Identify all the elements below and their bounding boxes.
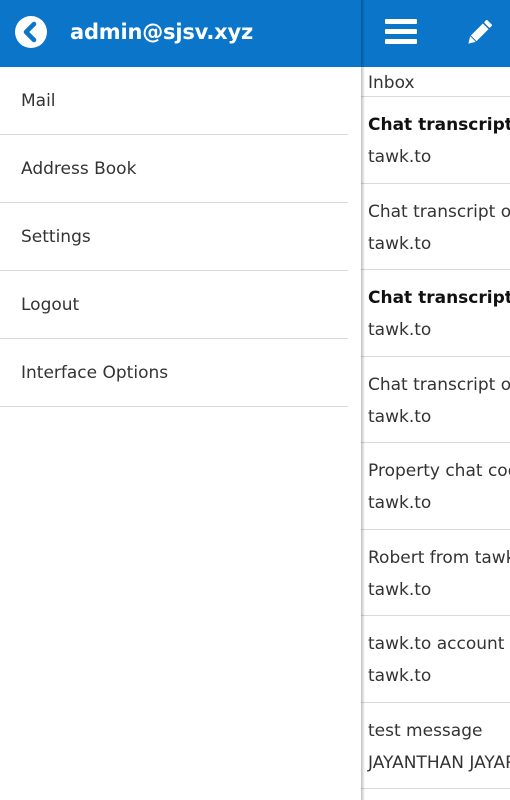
folder-bar: Inbox — [361, 67, 510, 97]
message-sender: JAYANTHAN JAYAR — [368, 752, 510, 773]
message-subject: Robert from tawk — [368, 547, 510, 568]
menu-item-label: Settings — [21, 227, 91, 247]
menu-item-label: Address Book — [21, 159, 137, 179]
menu-item-address-book[interactable]: Address Book — [0, 135, 348, 203]
message-subject: tawk.to account a — [368, 634, 510, 654]
message-row[interactable]: Chat transcript on tawk.to — [361, 97, 510, 184]
message-row[interactable]: Chat transcript on tawk.to — [361, 184, 510, 270]
message-row[interactable]: test message JAYANTHAN JAYAR — [361, 703, 510, 789]
drawer-header: admin@sjsv.xyz — [0, 0, 361, 67]
pane-edge-shadow — [361, 0, 365, 800]
message-subject: Chat transcript on — [368, 115, 510, 135]
drawer-menu: Mail Address Book Settings Logout Interf… — [0, 67, 348, 407]
menu-item-label: Mail — [21, 91, 56, 111]
hamburger-menu-icon[interactable] — [385, 17, 417, 47]
message-sender: tawk.to — [368, 666, 432, 686]
message-sender: tawk.to — [368, 406, 432, 427]
navigation-drawer: admin@sjsv.xyz Mail Address Book Setting… — [0, 0, 361, 800]
message-row[interactable]: Property chat cod tawk.to — [361, 443, 510, 530]
menu-item-settings[interactable]: Settings — [0, 203, 348, 271]
message-sender: tawk.to — [368, 320, 432, 340]
message-row[interactable]: Robert from tawk tawk.to — [361, 530, 510, 616]
message-subject: Chat transcript on — [368, 201, 510, 222]
message-subject: Property chat cod — [368, 461, 510, 481]
chevron-left-circle-icon — [23, 21, 37, 43]
back-button[interactable] — [15, 16, 47, 48]
message-list: Chat transcript on tawk.to Chat transcri… — [361, 97, 510, 789]
menu-item-mail[interactable]: Mail — [0, 67, 348, 135]
message-sender: tawk.to — [368, 493, 432, 513]
message-subject: Chat transcript on — [368, 374, 510, 395]
menu-item-interface-options[interactable]: Interface Options — [0, 339, 348, 407]
message-subject: Chat transcript on — [368, 288, 510, 308]
menu-item-logout[interactable]: Logout — [0, 271, 348, 339]
message-sender: tawk.to — [368, 233, 432, 254]
menu-item-label: Interface Options — [21, 363, 169, 383]
message-subject: test message — [368, 720, 483, 741]
pane-header — [361, 0, 510, 67]
message-sender: tawk.to — [368, 579, 432, 600]
message-row[interactable]: tawk.to account a tawk.to — [361, 616, 510, 703]
message-row[interactable]: Chat transcript on tawk.to — [361, 357, 510, 443]
account-title: admin@sjsv.xyz — [70, 20, 254, 44]
menu-item-label: Logout — [21, 295, 80, 315]
message-list-pane: Inbox Chat transcript on tawk.to Chat tr… — [361, 0, 510, 800]
folder-name: Inbox — [368, 73, 415, 93]
pencil-icon[interactable] — [461, 15, 497, 51]
message-sender: tawk.to — [368, 147, 432, 167]
message-row[interactable]: Chat transcript on tawk.to — [361, 270, 510, 357]
